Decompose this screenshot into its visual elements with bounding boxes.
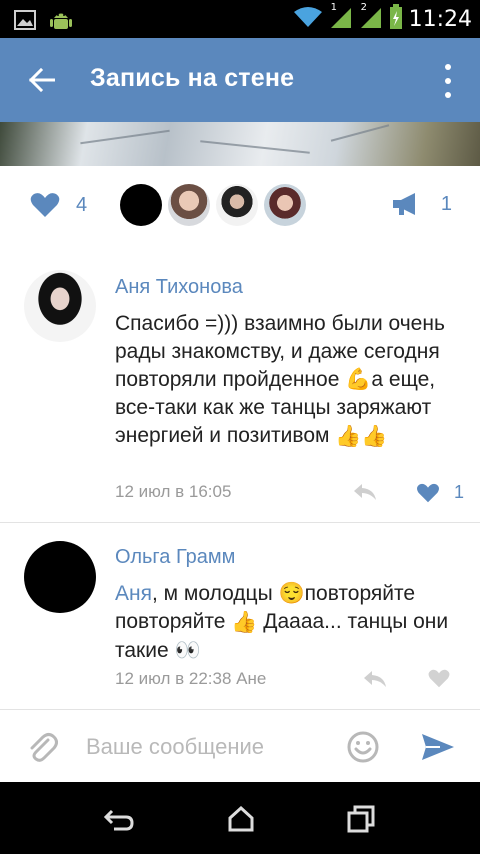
mention-link[interactable]: Аня bbox=[115, 582, 152, 605]
post-stats-row: 4 1 bbox=[0, 166, 480, 246]
comment-like-count: 1 bbox=[454, 482, 465, 502]
comment-author[interactable]: Аня Тихонова bbox=[115, 276, 243, 299]
thumbs-up-emoji: 👍👍 bbox=[335, 424, 388, 448]
arrow-left-icon bbox=[29, 68, 55, 92]
back-button[interactable] bbox=[24, 64, 60, 96]
back-icon bbox=[104, 809, 134, 831]
comment-text: Аня, м молодцы 😌повторяйте повторяйте 👍 … bbox=[115, 580, 460, 665]
avatar[interactable] bbox=[120, 184, 162, 226]
gallery-icon bbox=[14, 10, 36, 34]
android-icon bbox=[50, 8, 72, 36]
clock: 11:24 bbox=[408, 6, 472, 32]
comment-text-part: , м молодцы bbox=[151, 582, 279, 605]
avatar[interactable] bbox=[168, 184, 210, 226]
reply-icon[interactable] bbox=[352, 482, 378, 502]
post-like-button[interactable]: 4 bbox=[30, 192, 87, 218]
signal-sim1-icon: 1 bbox=[329, 2, 353, 34]
thumbs-up-emoji: 👍 bbox=[231, 610, 258, 634]
wifi-icon bbox=[293, 5, 323, 33]
divider bbox=[0, 522, 480, 523]
recents-icon bbox=[347, 805, 375, 833]
eyes-emoji: 👀 bbox=[174, 639, 201, 663]
message-input[interactable] bbox=[86, 730, 326, 764]
post-share-button[interactable]: 1 bbox=[391, 192, 452, 216]
sim1-label: 1 bbox=[330, 2, 337, 13]
comment-like-button[interactable]: 1 bbox=[416, 482, 464, 503]
comment-date: 12 июл в 16:05 bbox=[115, 482, 232, 501]
heart-outline-icon bbox=[428, 669, 450, 688]
nav-home-button[interactable] bbox=[226, 804, 256, 834]
avatar[interactable] bbox=[216, 184, 258, 226]
send-icon[interactable] bbox=[420, 732, 456, 762]
likes-count: 4 bbox=[76, 193, 88, 216]
nav-back-button[interactable] bbox=[104, 804, 134, 834]
reply-icon[interactable] bbox=[362, 669, 388, 689]
avatar[interactable] bbox=[264, 184, 306, 226]
signal-sim2-icon: 2 bbox=[359, 2, 383, 34]
overflow-menu-button[interactable] bbox=[438, 64, 458, 98]
comment-author[interactable]: Ольга Грамм bbox=[115, 546, 235, 569]
heart-icon bbox=[30, 193, 60, 217]
app-bar: Запись на стене bbox=[0, 38, 480, 122]
comment-date: 12 июл в 22:38 Ане bbox=[115, 669, 267, 688]
comment-like-button[interactable] bbox=[428, 669, 450, 688]
paperclip-icon[interactable] bbox=[26, 730, 58, 764]
sim2-label: 2 bbox=[360, 2, 367, 13]
comment-text: Спасибо =))) взаимно были очень рады зна… bbox=[115, 310, 460, 451]
message-composer bbox=[0, 710, 480, 782]
page-title: Запись на стене bbox=[90, 64, 295, 92]
liked-by-avatars[interactable] bbox=[120, 184, 306, 226]
battery-charging-icon bbox=[389, 4, 403, 34]
shares-count: 1 bbox=[440, 192, 452, 215]
system-nav-bar bbox=[0, 782, 480, 854]
flexed-biceps-emoji: 💪 bbox=[345, 368, 372, 392]
megaphone-icon bbox=[392, 193, 415, 215]
avatar[interactable] bbox=[24, 541, 96, 613]
heart-icon bbox=[417, 483, 439, 502]
nav-recents-button[interactable] bbox=[346, 804, 376, 834]
relieved-face-emoji: 😌 bbox=[278, 582, 305, 606]
status-bar: 1 2 11:24 bbox=[0, 0, 480, 38]
post-photo[interactable] bbox=[0, 122, 480, 166]
home-icon bbox=[228, 806, 254, 832]
avatar[interactable] bbox=[24, 270, 96, 342]
emoji-smile-icon[interactable] bbox=[346, 730, 380, 764]
